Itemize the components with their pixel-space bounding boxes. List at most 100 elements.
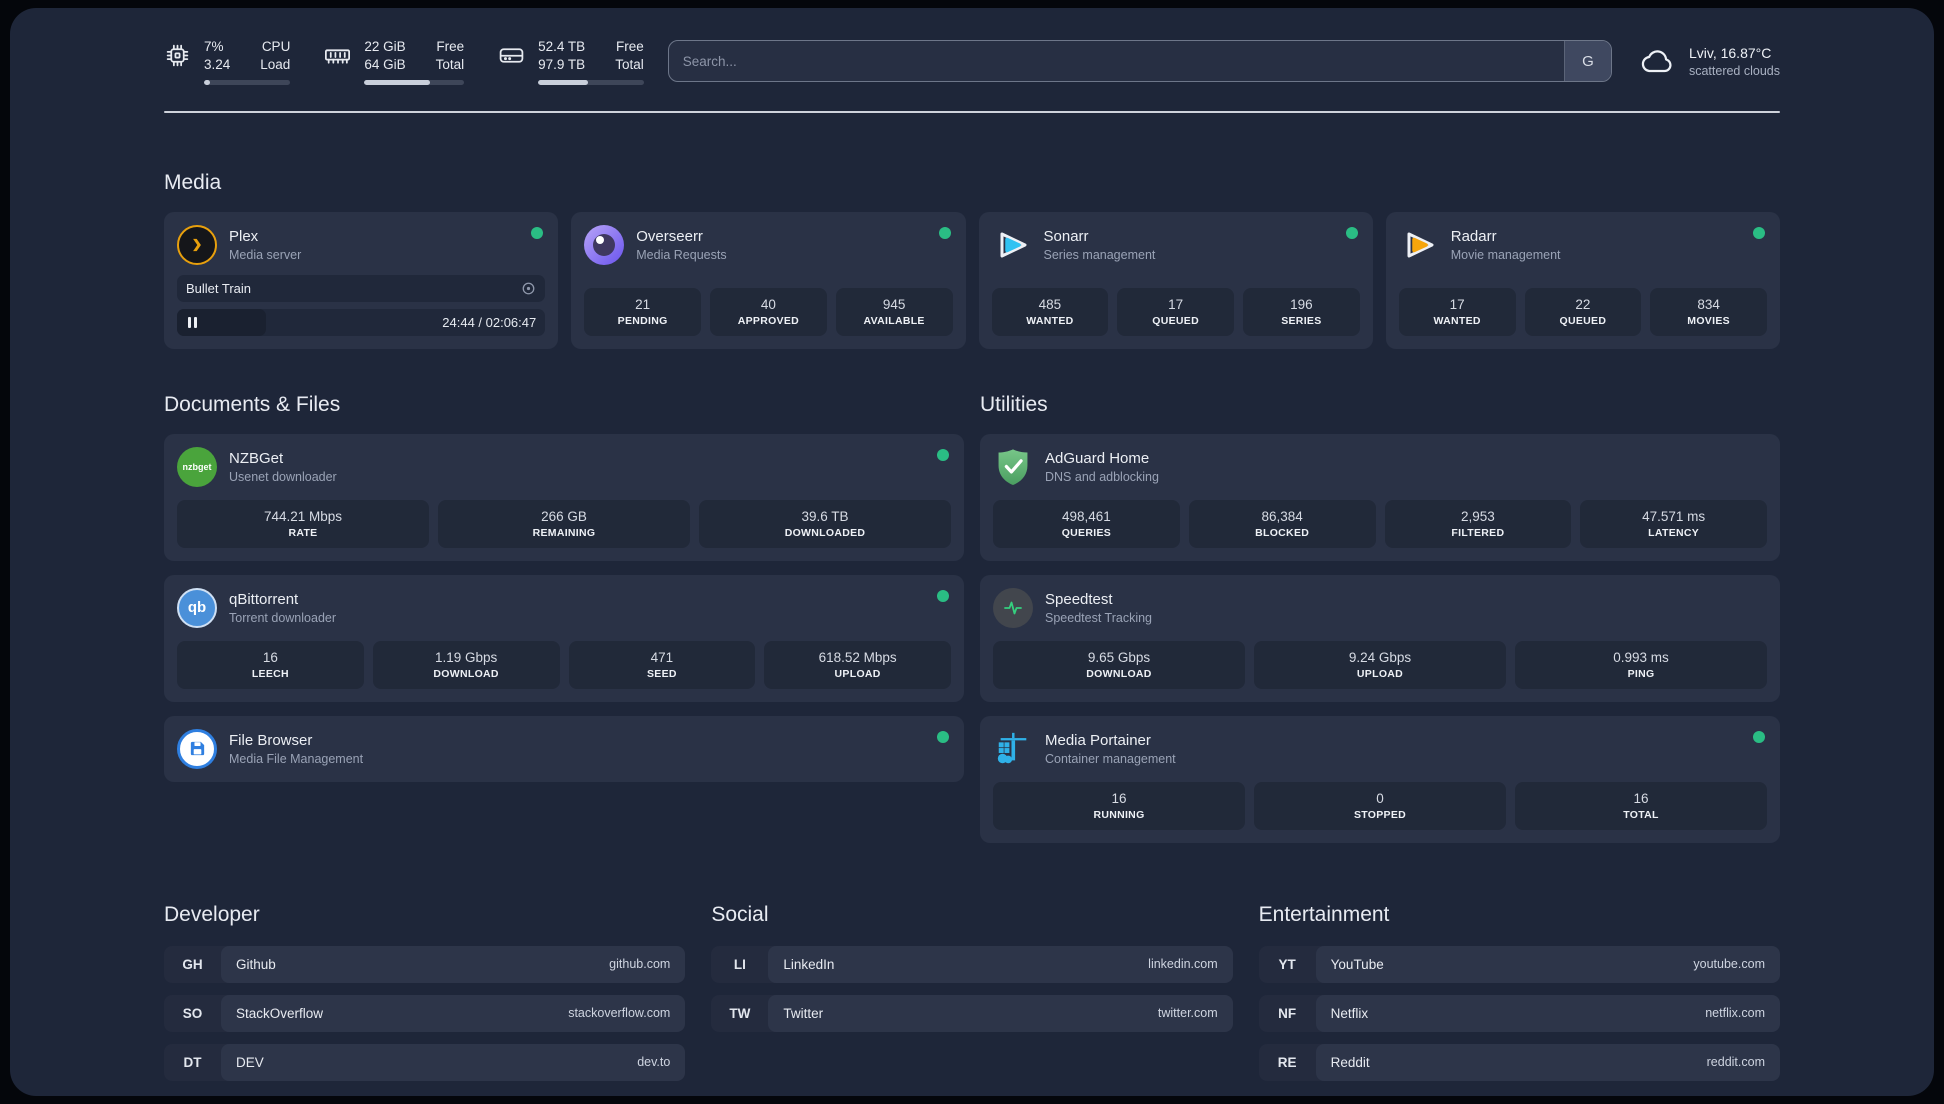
bookmark-abbr: YT (1278, 956, 1296, 972)
cpu-icon (166, 44, 189, 67)
service-name: Radarr (1450, 227, 1497, 245)
documents-column: Documents & Files nzbget NZBGet Usenet d… (164, 393, 964, 782)
status-dot (937, 589, 949, 602)
memory-icon (325, 49, 351, 64)
service-card-speedtest[interactable]: Speedtest Speedtest Tracking 9.65 Gbps DO… (980, 574, 1780, 702)
search-provider-button[interactable]: G (1563, 41, 1611, 82)
service-description: DNS and adblocking (1045, 469, 1159, 484)
bookmark-group-entertainment: Entertainment YT YouTube youtube.com NF N… (1258, 903, 1780, 1081)
service-name: File Browser (229, 731, 313, 749)
disk-widget: 52.4 TB 97.9 TB Free Total (498, 38, 644, 85)
stat-tile: 17 QUEUED (1117, 287, 1234, 336)
weather-condition: scattered clouds (1688, 63, 1780, 78)
bookmark-abbr: DT (183, 1054, 202, 1070)
now-playing-title: Bullet Train (186, 280, 252, 296)
header: 7% 3.24 CPU Load 22 GiB 64 GiB Free Tota… (164, 38, 1780, 85)
stat-tile: 498,461 QUERIES (993, 499, 1180, 548)
bookmark-domain: dev.to (637, 1055, 671, 1070)
stat-tile: 22 QUEUED (1524, 287, 1642, 336)
disk-free-label: Free (615, 39, 644, 54)
bookmark-youtube[interactable]: YT YouTube youtube.com (1258, 945, 1780, 983)
service-name: Sonarr (1043, 227, 1089, 245)
service-description: Usenet downloader (229, 469, 337, 484)
service-card-overseerr[interactable]: Overseerr Media Requests 21 PENDING 40 APP… (571, 211, 966, 349)
service-description: Media File Management (229, 751, 364, 766)
bookmark-linkedin[interactable]: LI LinkedIn linkedin.com (711, 945, 1233, 983)
bookmark-abbr: LI (733, 956, 746, 972)
bookmark-github[interactable]: GH Github github.com (164, 945, 686, 983)
bookmark-name: YouTube (1330, 956, 1384, 972)
service-description: Speedtest Tracking (1045, 610, 1153, 625)
status-dot (937, 448, 949, 461)
speedtest-icon (993, 587, 1033, 628)
now-playing-widget: Bullet Train 24:44 / 02:06:47 (177, 265, 546, 336)
bookmark-name: LinkedIn (783, 956, 835, 972)
search-input[interactable] (668, 41, 1564, 82)
plex-icon (177, 224, 217, 265)
bookmark-abbr: SO (182, 1005, 203, 1021)
stat-tile: 196 SERIES (1243, 287, 1360, 336)
memory-total-value: 64 GiB (364, 57, 406, 73)
disk-free-value: 52.4 TB (538, 39, 586, 54)
service-card-qbittorrent[interactable]: qb qBittorrent Torrent downloader 16 LEEC… (164, 574, 964, 702)
search-bar: G (667, 40, 1612, 83)
section-title-documents: Documents & Files (164, 392, 341, 416)
media-reel-icon (522, 282, 535, 295)
bookmark-name: StackOverflow (236, 1005, 324, 1021)
cpu-widget: 7% 3.24 CPU Load (164, 38, 291, 85)
stat-tile: 21 PENDING (584, 287, 701, 336)
service-name: Media Portainer (1045, 731, 1151, 749)
header-divider (164, 110, 1780, 113)
utilities-column: Utilities AdGuard Home DNS and adblockin… (980, 393, 1780, 843)
service-card-adguard[interactable]: AdGuard Home DNS and adblocking 498,461 Q… (980, 433, 1780, 561)
stat-tile: 86,384 BLOCKED (1188, 499, 1376, 548)
status-dot (1753, 730, 1765, 743)
bookmark-dev[interactable]: DT DEV dev.to (164, 1043, 686, 1081)
memory-widget: 22 GiB 64 GiB Free Total (324, 38, 465, 85)
stat-tile: 834 MOVIES (1650, 287, 1767, 336)
bookmark-netflix[interactable]: NF Netflix netflix.com (1258, 994, 1780, 1032)
service-card-plex[interactable]: Plex Media server Bullet Train 24:44 / 0… (164, 211, 559, 349)
service-description: Series management (1043, 247, 1156, 262)
stat-tile: 40 APPROVED (710, 287, 827, 336)
stat-tile: 744.21 Mbps RATE (177, 499, 429, 548)
service-card-radarr[interactable]: Radarr Movie management 17 WANTED 22 QUEUE… (1385, 211, 1780, 349)
service-card-filebrowser[interactable]: File Browser Media File Management (164, 715, 964, 782)
bookmark-abbr: GH (182, 956, 203, 972)
bookmark-domain: twitter.com (1157, 1006, 1218, 1021)
stat-tile: 618.52 Mbps UPLOAD (764, 640, 951, 689)
pause-button[interactable] (177, 308, 266, 336)
bookmark-name: Netflix (1330, 1005, 1369, 1021)
stat-tile: 0 STOPPED (1254, 781, 1506, 830)
disk-total-value: 97.9 TB (538, 57, 586, 73)
stat-tile: 2,953 FILTERED (1384, 499, 1572, 548)
bookmark-abbr: RE (1277, 1054, 1297, 1070)
service-description: Media server (229, 247, 302, 262)
bookmark-name: DEV (236, 1054, 264, 1070)
portainer-icon (993, 729, 1033, 769)
service-card-sonarr[interactable]: Sonarr Series management 485 WANTED 17 QUE… (978, 211, 1373, 349)
stat-tile: 1.19 Gbps DOWNLOAD (372, 640, 560, 689)
service-card-nzbget[interactable]: nzbget NZBGet Usenet downloader 744.21 M… (164, 433, 964, 561)
cpu-progress-bar (204, 80, 291, 85)
status-dot (1753, 226, 1765, 239)
filebrowser-icon (177, 728, 217, 769)
cpu-usage-label: CPU (261, 39, 291, 54)
bookmark-name: Github (236, 956, 276, 972)
service-description: Movie management (1450, 247, 1561, 262)
bookmark-name: Twitter (783, 1005, 824, 1021)
cpu-usage-value: 7% (204, 39, 224, 54)
weather-widget: Lviv, 16.87°C scattered clouds (1638, 45, 1780, 78)
service-card-portainer[interactable]: Media Portainer Container management 16 R… (980, 715, 1780, 843)
service-name: Overseerr (636, 227, 703, 245)
stat-tile: 0.993 ms PING (1515, 640, 1767, 689)
bookmark-stackoverflow[interactable]: SO StackOverflow stackoverflow.com (164, 994, 686, 1032)
stat-tile: 9.65 Gbps DOWNLOAD (993, 640, 1245, 689)
bookmark-reddit[interactable]: RE Reddit reddit.com (1258, 1043, 1780, 1081)
bookmark-group-social: Social LI LinkedIn linkedin.com TW Twitte… (711, 903, 1233, 1081)
sonarr-icon (992, 225, 1032, 265)
bookmark-twitter[interactable]: TW Twitter twitter.com (711, 994, 1233, 1032)
bookmark-group-developer: Developer GH Github github.com SO StackOv… (164, 903, 686, 1081)
nzbget-icon: nzbget (177, 446, 217, 487)
disk-total-label: Total (615, 57, 644, 73)
